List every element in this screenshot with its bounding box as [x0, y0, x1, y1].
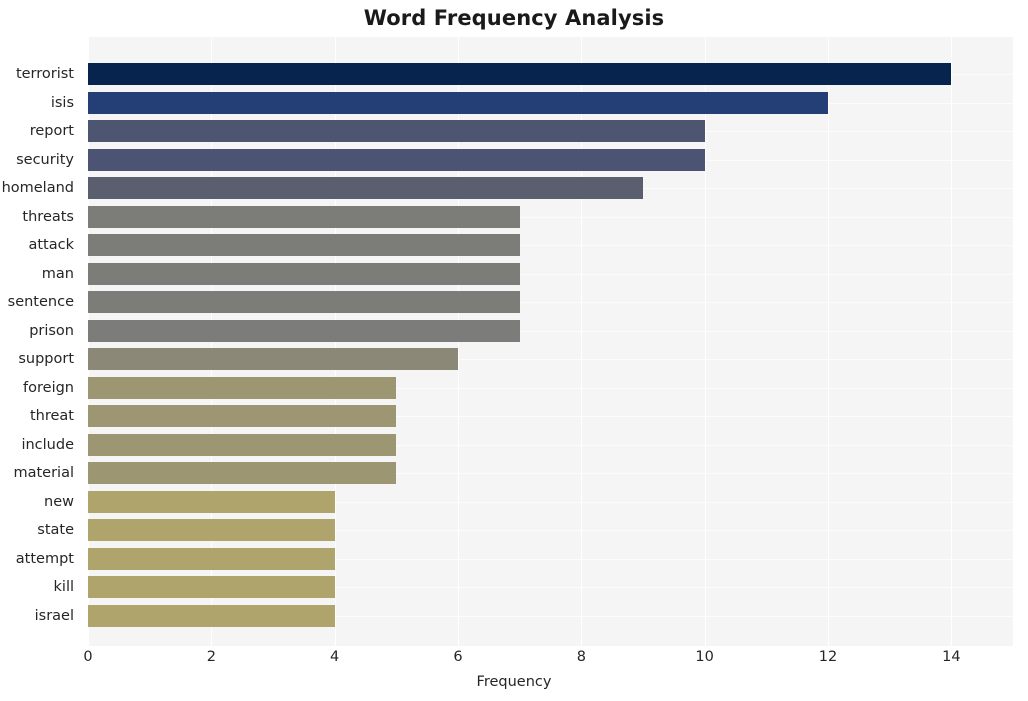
bar[interactable] [88, 433, 397, 456]
x-axis-tick-labels: 0 2 4 6 8 10 12 14 [83, 649, 1013, 671]
y-tick-label: man [41, 265, 74, 282]
y-tick-label: threat [29, 408, 74, 424]
y-tick-label: material [13, 465, 74, 481]
y-tick-label: report [29, 123, 74, 139]
chart-title: Word Frequency Analysis [363, 6, 665, 30]
bar[interactable] [88, 348, 458, 370]
gridline-vertical [951, 37, 953, 646]
y-tick-label: kill [53, 579, 74, 595]
bar[interactable] [88, 576, 335, 598]
x-tick-label: 6 [453, 649, 463, 665]
y-tick-label: sentence [7, 294, 74, 310]
bar[interactable] [88, 262, 520, 285]
y-tick-label: new [44, 493, 74, 510]
x-axis-label: Frequency [476, 674, 552, 690]
y-tick-label: homeland [1, 180, 74, 196]
bar[interactable] [88, 604, 335, 627]
y-tick-label: support [18, 351, 74, 367]
y-tick-label: state [37, 522, 74, 538]
y-tick-label: foreign [23, 379, 74, 396]
bar[interactable] [88, 462, 397, 484]
y-tick-label: include [21, 436, 74, 453]
bar[interactable] [88, 319, 520, 342]
x-tick-label: 8 [576, 649, 586, 665]
y-tick-label: attack [28, 237, 74, 253]
gridline-vertical [828, 37, 829, 646]
bar[interactable] [88, 63, 952, 85]
y-tick-label: terrorist [15, 66, 74, 82]
y-tick-label: attempt [15, 550, 74, 567]
bar[interactable] [88, 490, 335, 513]
chart-figure: Word Frequency Analysis terrorist isis rep… [0, 0, 1028, 701]
bar[interactable] [88, 547, 335, 570]
bar[interactable] [88, 91, 828, 114]
bar[interactable] [88, 376, 397, 399]
x-tick-label: 2 [206, 649, 216, 665]
x-tick-label: 4 [330, 649, 340, 665]
y-axis-tick-labels: terrorist isis report security homeland threa… [0, 37, 81, 646]
plot-area [88, 37, 1013, 646]
x-tick-label: 14 [942, 649, 961, 665]
x-tick-label: 0 [83, 649, 93, 665]
bar[interactable] [88, 519, 335, 541]
gridline-vertical [704, 37, 706, 646]
bar[interactable] [88, 205, 520, 228]
bar[interactable] [88, 148, 705, 171]
bar[interactable] [88, 405, 397, 427]
y-tick-label: prison [29, 322, 74, 339]
y-tick-label: israel [34, 607, 74, 624]
bar[interactable] [88, 120, 705, 142]
bar[interactable] [88, 291, 520, 313]
y-tick-label: threats [22, 208, 74, 225]
x-tick-label: 12 [818, 649, 838, 665]
bar[interactable] [88, 177, 643, 199]
y-tick-label: isis [50, 94, 74, 111]
x-tick-label: 10 [695, 649, 714, 665]
y-tick-label: security [16, 151, 74, 168]
bar[interactable] [88, 234, 520, 256]
